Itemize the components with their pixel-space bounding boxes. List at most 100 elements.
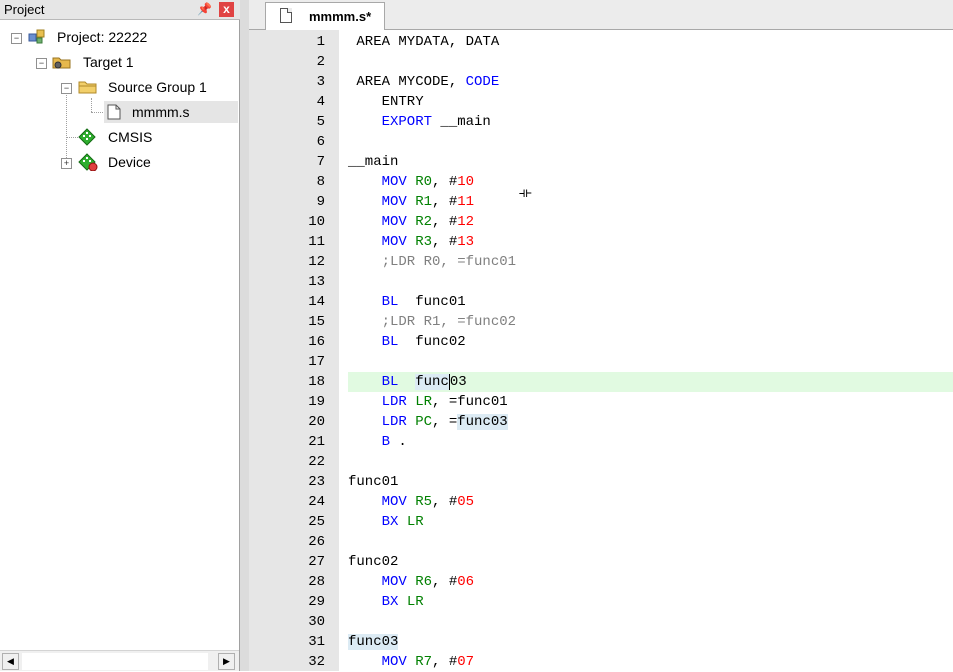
code-line[interactable]: func03 <box>348 632 399 652</box>
code-line[interactable]: AREA MYDATA, DATA <box>348 32 499 52</box>
scrollbar-track[interactable] <box>22 653 208 670</box>
tree-item-label: mmmm.s <box>132 104 190 120</box>
code-token: ENTRY <box>348 94 424 110</box>
code-line[interactable]: BL func03 <box>348 372 467 392</box>
line-number: 13 <box>308 274 325 290</box>
code-token: 12 <box>457 214 475 230</box>
code-token: , # <box>432 494 458 510</box>
close-icon[interactable]: x <box>219 2 234 17</box>
line-number: 10 <box>308 214 325 230</box>
code-line[interactable]: MOV R7, #07 <box>348 652 474 672</box>
code-line[interactable]: func02 <box>348 552 398 572</box>
code-token: . <box>390 434 407 450</box>
collapse-icon[interactable]: − <box>11 33 22 44</box>
code-line[interactable]: ;LDR R1, =func02 <box>348 312 516 332</box>
tree-item-file[interactable]: mmmm.s <box>104 101 238 123</box>
code-token: LR <box>406 594 424 610</box>
line-number: 14 <box>308 294 325 310</box>
line-number: 16 <box>308 334 325 350</box>
resize-cursor-icon: ⟛ <box>519 185 532 201</box>
code-token: 06 <box>457 574 475 590</box>
line-number-gutter: 1 2 3 4 5 6 7 8 9 10 11 12 13 14 15 16 17 18 19 20 21 22 23 24 2… <box>249 30 339 671</box>
line-number: 28 <box>308 574 325 590</box>
target-icon <box>52 57 71 69</box>
folder-icon <box>78 81 97 94</box>
code-line[interactable]: LDR LR, =func01 <box>348 392 508 412</box>
code-line[interactable]: func01 <box>348 472 398 492</box>
code-line[interactable]: AREA MYCODE, CODE <box>348 72 499 92</box>
line-number: 32 <box>308 654 325 670</box>
code-token: AREA MYDATA, DATA <box>348 34 500 50</box>
code-token: 05 <box>457 494 475 510</box>
project-pane-header: Project 📌 x <box>0 0 240 20</box>
code-line[interactable]: BX LR <box>348 512 424 532</box>
code-token: func01 <box>348 474 399 490</box>
code-token: 13 <box>457 234 475 250</box>
code-line[interactable]: B . <box>348 432 407 452</box>
line-number: 21 <box>308 434 325 450</box>
code-line[interactable]: ENTRY <box>348 92 424 112</box>
project-pane: Project 📌 x − Project: 22222 − Target 1 … <box>0 0 240 671</box>
code-token: , # <box>432 174 458 190</box>
line-number: 3 <box>316 74 325 90</box>
device-icon <box>78 153 98 171</box>
line-number: 8 <box>316 174 325 190</box>
code-token: , # <box>432 194 458 210</box>
code-token: ;LDR R1, =func02 <box>348 314 517 330</box>
line-number: 29 <box>308 594 325 610</box>
horizontal-scrollbar[interactable]: ◀ ▶ <box>0 650 239 671</box>
expand-icon[interactable]: + <box>61 158 72 169</box>
code-token: __main <box>432 114 491 130</box>
code-line[interactable]: BL func01 <box>348 292 466 312</box>
line-number: 15 <box>308 314 325 330</box>
code-token: LR <box>415 394 433 410</box>
code-editor[interactable]: AREA MYDATA, DATA AREA MYCODE, CODE ENTR… <box>339 30 953 671</box>
code-line[interactable]: LDR PC, =func03 <box>348 412 508 432</box>
code-line[interactable]: BX LR <box>348 592 424 612</box>
code-line[interactable]: EXPORT __main <box>348 112 491 132</box>
collapse-icon[interactable]: − <box>61 83 72 94</box>
code-token: CODE <box>465 74 500 90</box>
splitter[interactable] <box>240 0 249 671</box>
code-token: MOV <box>348 654 416 670</box>
code-token: __main <box>348 154 399 170</box>
code-token: , # <box>432 654 458 670</box>
code-token: MOV <box>348 214 416 230</box>
code-token: MOV <box>348 234 416 250</box>
file-icon <box>280 8 292 23</box>
tree-item-target[interactable]: − Target 1 <box>0 51 238 73</box>
code-line[interactable]: ;LDR R0, =func01 <box>348 252 516 272</box>
code-token: LR <box>406 514 424 530</box>
code-token: func02 <box>348 554 399 570</box>
code-token: , # <box>432 234 458 250</box>
line-number: 25 <box>308 514 325 530</box>
code-line[interactable]: BL func02 <box>348 332 466 352</box>
pin-icon[interactable]: 📌 <box>197 2 212 16</box>
scroll-left-icon[interactable]: ◀ <box>2 653 19 670</box>
code-line[interactable]: MOV R2, #12 <box>348 212 474 232</box>
code-token: MOV <box>348 174 416 190</box>
code-line[interactable]: __main <box>348 152 398 172</box>
scroll-right-icon[interactable]: ▶ <box>218 653 235 670</box>
project-pane-title: Project <box>4 2 45 17</box>
tree-item-label: Source Group 1 <box>108 79 207 95</box>
code-line[interactable]: MOV R5, #05 <box>348 492 474 512</box>
code-line[interactable]: MOV R3, #13 <box>348 232 474 252</box>
tree-item-source-group[interactable]: − Source Group 1 <box>0 76 238 98</box>
line-number: 17 <box>308 354 325 370</box>
tree-connector <box>91 112 105 113</box>
code-line[interactable]: MOV R1, #11 <box>348 192 474 212</box>
line-number: 26 <box>308 534 325 550</box>
code-line[interactable]: MOV R0, #10 <box>348 172 474 192</box>
collapse-icon[interactable]: − <box>36 58 47 69</box>
tree-item-device[interactable]: + Device <box>0 151 238 173</box>
code-line[interactable]: MOV R6, #06 <box>348 572 474 592</box>
tab-mmmm-s[interactable]: mmmm.s* <box>265 2 385 30</box>
tree-item-cmsis[interactable]: CMSIS <box>0 126 238 148</box>
tree-connector <box>91 98 92 112</box>
tree-item-project[interactable]: − Project: 22222 <box>0 26 238 48</box>
code-token: MOV <box>348 574 416 590</box>
code-token: 11 <box>457 194 475 210</box>
line-number: 31 <box>308 634 325 650</box>
